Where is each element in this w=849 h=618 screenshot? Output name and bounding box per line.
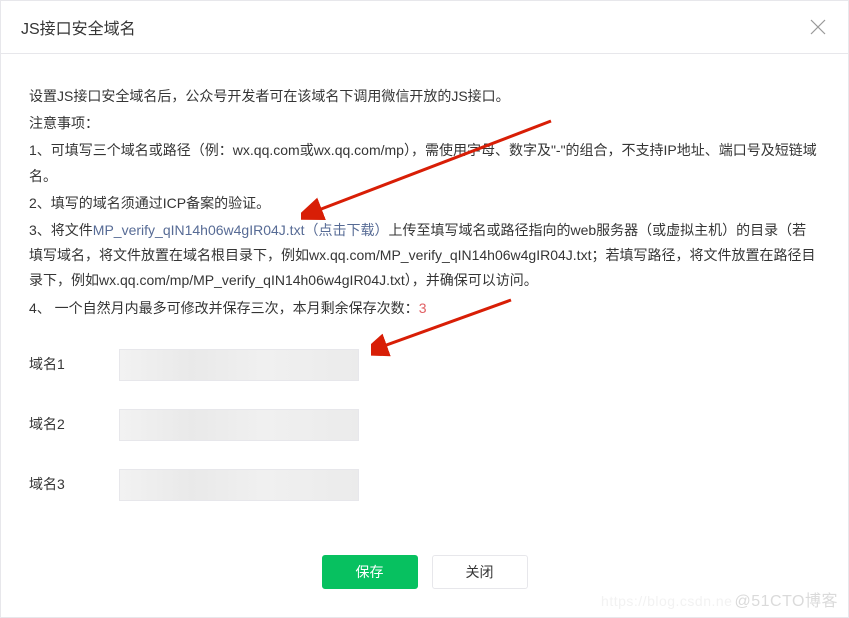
instructions: 设置JS接口安全域名后，公众号开发者可在该域名下调用微信开放的JS接口。 注意事… <box>29 84 820 321</box>
verify-file-link[interactable]: MP_verify_qIN14h06w4gIR04J.txt <box>93 222 305 238</box>
domain-label-2: 域名2 <box>29 412 119 437</box>
remaining-count: 3 <box>419 300 427 316</box>
domain-row-2: 域名2 <box>29 409 820 441</box>
domain-label-1: 域名1 <box>29 352 119 377</box>
item3-prefix: 3、将文件 <box>29 222 93 238</box>
domain-input-1[interactable] <box>119 349 359 381</box>
domain-input-2[interactable] <box>119 409 359 441</box>
dialog-title: JS接口安全域名 <box>21 15 136 39</box>
close-button[interactable]: 关闭 <box>432 555 528 589</box>
domain-input-3[interactable] <box>119 469 359 501</box>
domain-label-3: 域名3 <box>29 472 119 497</box>
notice-item-4: 4、 一个自然月内最多可修改并保存三次，本月剩余保存次数：3 <box>29 296 820 321</box>
item4-prefix: 4、 一个自然月内最多可修改并保存三次，本月剩余保存次数： <box>29 300 419 316</box>
domain-row-3: 域名3 <box>29 469 820 501</box>
js-domain-dialog: JS接口安全域名 设置JS接口安全域名后，公众号开发者可在该域名下调用微信开放的… <box>0 0 849 618</box>
watermark-left: https://blog.csdn.ne <box>601 593 732 609</box>
dialog-header: JS接口安全域名 <box>1 1 848 54</box>
notice-item-2: 2、填写的域名须通过ICP备案的验证。 <box>29 191 820 216</box>
watermark-right: @51CTO博客 <box>734 593 838 610</box>
intro-text: 设置JS接口安全域名后，公众号开发者可在该域名下调用微信开放的JS接口。 <box>29 84 820 109</box>
notice-heading: 注意事项： <box>29 111 820 136</box>
dialog-footer: 保存 关闭 <box>1 555 848 589</box>
close-icon[interactable] <box>808 17 828 37</box>
domain-row-1: 域名1 <box>29 349 820 381</box>
notice-item-3: 3、将文件MP_verify_qIN14h06w4gIR04J.txt（点击下载… <box>29 218 820 294</box>
domain-form: 域名1 域名2 域名3 <box>29 349 820 501</box>
save-button[interactable]: 保存 <box>322 555 418 589</box>
notice-item-1: 1、可填写三个域名或路径（例：wx.qq.com或wx.qq.com/mp），需… <box>29 138 820 188</box>
download-link[interactable]: （点击下载） <box>304 222 388 238</box>
watermark: https://blog.csdn.ne@51CTO博客 <box>601 587 838 611</box>
dialog-content: 设置JS接口安全域名后，公众号开发者可在该域名下调用微信开放的JS接口。 注意事… <box>1 54 848 549</box>
